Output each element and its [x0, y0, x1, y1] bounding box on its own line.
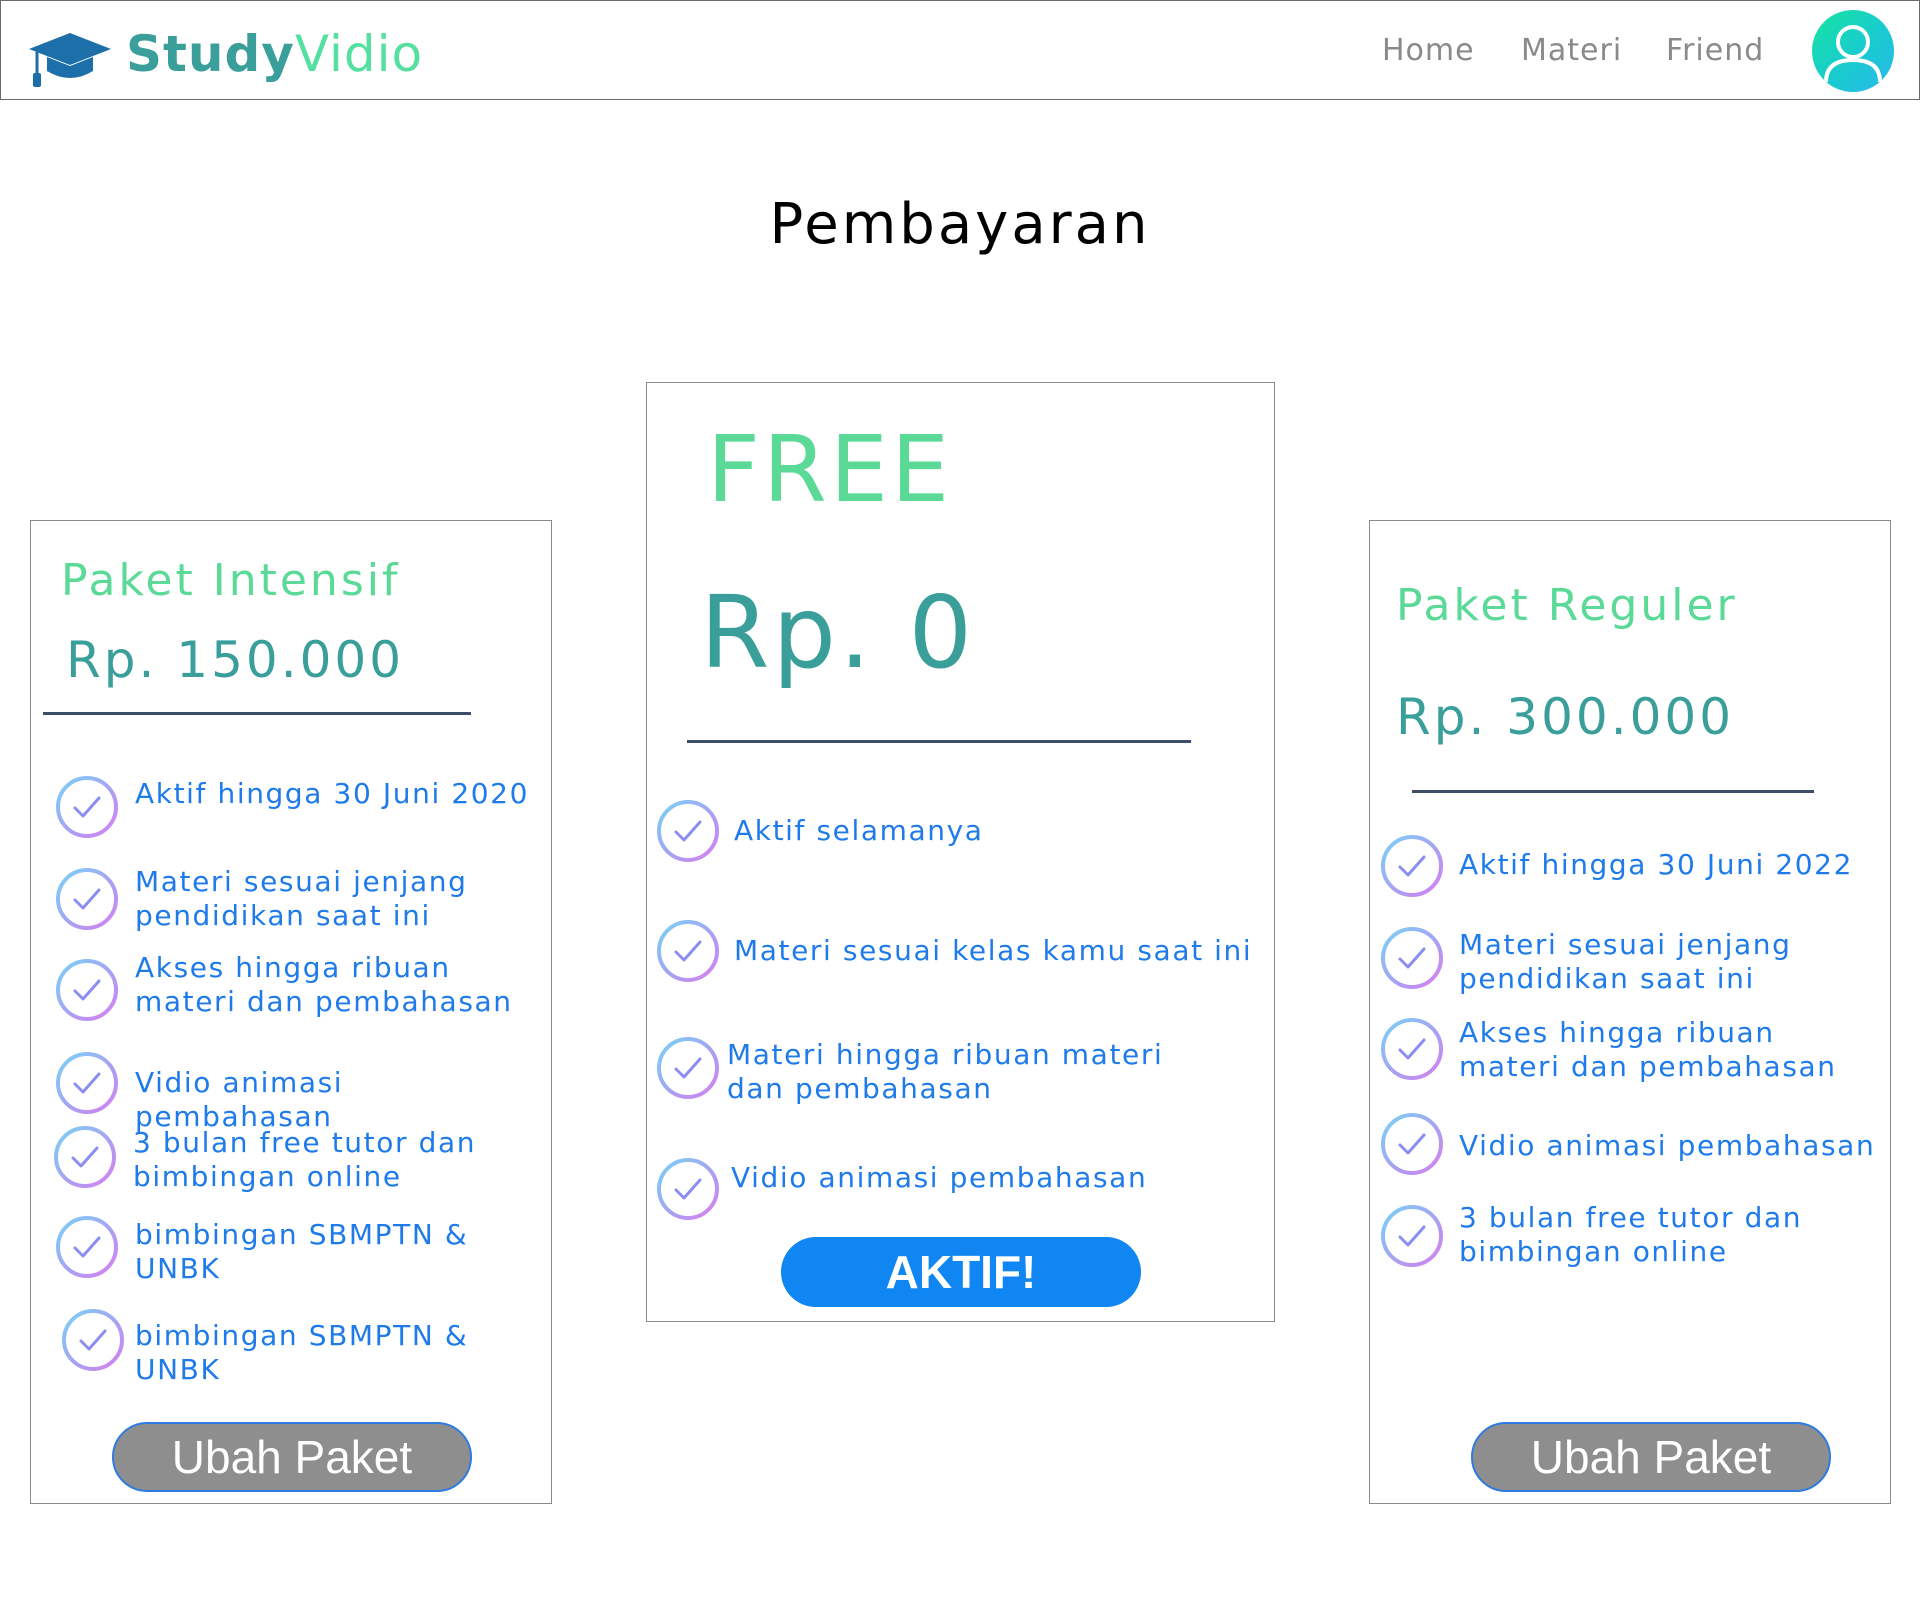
check-circle-icon — [56, 1052, 118, 1114]
feature-text: Aktif hingga 30 Juni 2022 — [1459, 848, 1853, 881]
feature-text: bimbingan SBMPTN & UNBK — [135, 1319, 469, 1386]
brand-name-light: Vidio — [294, 25, 424, 83]
check-circle-icon — [1381, 1113, 1443, 1175]
feature-text: Aktif selamanya — [734, 814, 984, 847]
feature-text: Akses hingga ribuan materi dan pembahasa… — [135, 951, 513, 1018]
page-title: Pembayaran — [769, 192, 1151, 257]
user-icon — [1824, 25, 1882, 83]
plan-name: Paket Intensif — [61, 555, 401, 606]
feature-text: Vidio animasi pembahasan — [135, 1066, 344, 1133]
nav-friend[interactable]: Friend — [1666, 31, 1764, 71]
check-circle-icon — [657, 1037, 719, 1099]
plan-name: FREE — [707, 416, 953, 523]
top-navbar: StudyVidio Home Materi Friend — [0, 0, 1920, 100]
active-plan-button[interactable]: AKTIF! — [781, 1237, 1141, 1307]
check-circle-icon — [56, 959, 118, 1021]
divider — [43, 712, 471, 715]
brand-name-bold: Study — [126, 25, 295, 83]
plan-price: Rp. 150.000 — [66, 631, 405, 689]
check-circle-icon — [1381, 927, 1443, 989]
feature-text: Materi sesuai jenjang pendidikan saat in… — [1459, 928, 1792, 995]
graduation-cap-icon — [29, 33, 111, 87]
divider — [687, 740, 1191, 743]
user-avatar[interactable] — [1812, 10, 1894, 92]
check-circle-icon — [54, 1126, 116, 1188]
feature-text: bimbingan SBMPTN & UNBK — [135, 1218, 469, 1285]
check-circle-icon — [657, 1158, 719, 1220]
check-circle-icon — [657, 920, 719, 982]
plan-card-free: FREE Rp. 0 Aktif selamanya Materi sesuai… — [646, 382, 1275, 1322]
plan-price: Rp. 300.000 — [1396, 688, 1735, 746]
feature-text: Materi sesuai jenjang pendidikan saat in… — [135, 865, 468, 932]
feature-text: 3 bulan free tutor dan bimbingan online — [1459, 1201, 1803, 1268]
check-circle-icon — [62, 1309, 124, 1371]
plan-card-intensif: Paket Intensif Rp. 150.000 Aktif hingga … — [30, 520, 552, 1504]
check-circle-icon — [1381, 1018, 1443, 1080]
nav-materi[interactable]: Materi — [1521, 31, 1622, 71]
feature-text: Akses hingga ribuan materi dan pembahasa… — [1459, 1016, 1837, 1083]
feature-text: Materi sesuai kelas kamu saat ini — [734, 934, 1253, 967]
change-plan-button[interactable]: Ubah Paket — [112, 1422, 472, 1492]
divider — [1412, 790, 1814, 793]
brand-logo[interactable]: StudyVidio — [126, 23, 423, 85]
check-circle-icon — [657, 800, 719, 862]
check-circle-icon — [1381, 835, 1443, 897]
check-circle-icon — [56, 776, 118, 838]
plan-name: Paket Reguler — [1396, 580, 1738, 631]
feature-text: Materi hingga ribuan materi dan pembahas… — [727, 1038, 1164, 1105]
change-plan-button[interactable]: Ubah Paket — [1471, 1422, 1831, 1492]
feature-text: Aktif hingga 30 Juni 2020 — [135, 777, 529, 810]
feature-text: 3 bulan free tutor dan bimbingan online — [133, 1126, 477, 1193]
plan-card-reguler: Paket Reguler Rp. 300.000 Aktif hingga 3… — [1369, 520, 1891, 1504]
check-circle-icon — [56, 868, 118, 930]
plan-price: Rp. 0 — [700, 574, 976, 691]
feature-text: Vidio animasi pembahasan — [731, 1161, 1148, 1194]
feature-text: Vidio animasi pembahasan — [1459, 1129, 1876, 1162]
nav-home[interactable]: Home — [1382, 31, 1475, 71]
check-circle-icon — [56, 1216, 118, 1278]
check-circle-icon — [1381, 1205, 1443, 1267]
